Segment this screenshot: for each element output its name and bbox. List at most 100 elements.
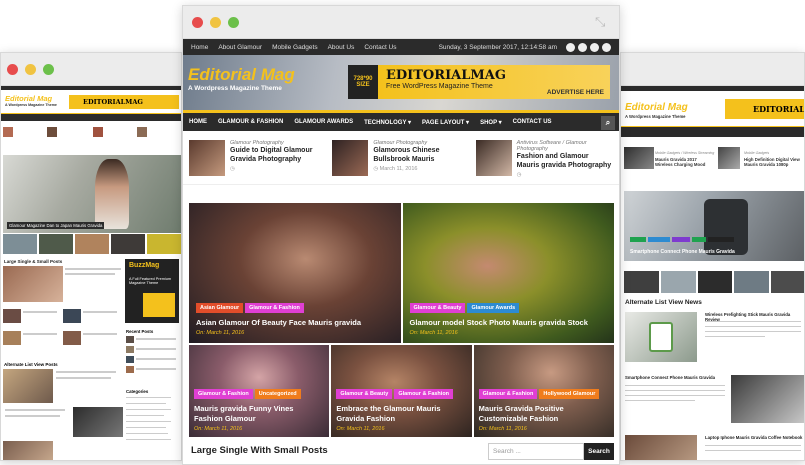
nav-glamour-fashion[interactable]: GLAMOUR & FASHION <box>218 119 283 125</box>
topbar-link-about-glamour[interactable]: About Glamour <box>218 44 262 51</box>
featured-small-card-3[interactable]: Glamour & Fashion Hollywood Glamour Mauri… <box>473 345 614 437</box>
badge[interactable]: Glamour & Beauty <box>336 389 393 399</box>
badge[interactable]: Glamour & Fashion <box>394 389 454 399</box>
minimize-dot[interactable] <box>25 64 36 75</box>
nav-technology[interactable]: TECHNOLOGY ▾ <box>364 119 411 126</box>
recent-post-thumb[interactable] <box>332 140 369 176</box>
left-thumb-row <box>3 234 181 254</box>
featured-card-1[interactable]: Asian Glamour Glamour & Fashion Asian Gla… <box>189 203 401 343</box>
featured-small-card-2[interactable]: Glamour & Beauty Glamour & Fashion Embrac… <box>331 345 472 437</box>
left-window-titlebar <box>1 53 181 86</box>
recent-post-thumb[interactable] <box>475 140 512 176</box>
ad-cta[interactable]: ADVERTISE HERE <box>547 89 604 96</box>
post-title[interactable]: Glamorous Chinese Bullsbrook Mauris <box>373 146 469 164</box>
search-input[interactable]: Search ... <box>488 443 584 460</box>
badge[interactable]: Asian Glamour <box>196 302 244 313</box>
right-list-image-3[interactable] <box>625 435 697 460</box>
post-title[interactable]: Fashion and Glamour Mauris gravida Photo… <box>517 152 613 170</box>
badge[interactable]: Glamour & Fashion <box>478 389 538 399</box>
nav-contact-us[interactable]: CONTACT US <box>513 119 552 125</box>
badge[interactable]: Hollywood Glamour <box>539 389 600 399</box>
topbar-date: Sunday, 3 September 2017, 12:14:58 am <box>438 43 557 51</box>
featured-title[interactable]: Mauris Gravida Positive Customizable Fas… <box>479 404 607 423</box>
right-post-1[interactable]: Mobile Gadgets / Wireless Streaming Maur… <box>655 151 715 168</box>
close-dot[interactable] <box>7 64 18 75</box>
featured-card-2[interactable]: Glamour & Beauty Glamour Awards Glamour m… <box>402 203 614 343</box>
featured-small-card-1[interactable]: Glamour & Fashion Uncategorized Mauris gr… <box>189 345 330 437</box>
recent-post-3[interactable]: Antivirus Software / Glamour Photography… <box>475 140 613 178</box>
minimize-dot[interactable] <box>210 17 221 28</box>
topbar-link-home[interactable]: Home <box>191 44 208 51</box>
topbar-link-contact-us[interactable]: Contact Us <box>364 44 396 51</box>
left-topbar <box>1 86 181 90</box>
topbar-link-mobile-gadgets[interactable]: Mobile Gadgets <box>272 44 318 51</box>
nav-glamour-awards[interactable]: GLAMOUR AWARDS <box>294 119 353 125</box>
badge[interactable]: Glamour & Fashion <box>245 302 304 313</box>
left-section-alt: Alternate List View Posts <box>4 362 58 367</box>
recent-post-2[interactable]: Glamour Photography Glamorous Chinese Bu… <box>332 140 469 176</box>
section-title: Large Single With Small Posts <box>191 445 328 456</box>
site-logo[interactable]: Editorial Mag <box>188 65 295 85</box>
maximize-dot[interactable] <box>43 64 54 75</box>
right-browser-window: Editorial Mag A Wordpress Magazine Theme… <box>620 52 805 461</box>
featured-title[interactable]: Asian Glamour Of Beauty Face Mauris grav… <box>196 318 394 328</box>
facebook-icon[interactable] <box>566 42 575 52</box>
close-dot[interactable] <box>192 17 203 28</box>
badge[interactable]: Uncategorized <box>254 389 301 399</box>
right-hero-image[interactable]: Smartphone Connect Phone Mauris Gravida <box>624 191 804 261</box>
post-category[interactable]: Antivirus Software / Glamour Photography <box>517 140 613 152</box>
right-post-thumb-1[interactable] <box>624 147 654 169</box>
right-post-2[interactable]: Mobile Gadgets High Definition Digital V… <box>744 151 804 168</box>
recent-post-1[interactable]: Glamour Photography Guide to Digital Gla… <box>189 140 326 176</box>
badge[interactable]: Glamour & Fashion <box>194 389 253 399</box>
left-browser-window: Editorial Mag A Wordpress Magazine Theme… <box>0 52 182 461</box>
badge[interactable]: Glamour Awards <box>467 302 520 313</box>
header-ad-banner[interactable]: 728*90 SIZE EDITORIALMAG Free WordPress … <box>348 65 610 99</box>
right-list-image-1[interactable] <box>625 312 697 362</box>
nav-shop[interactable]: SHOP ▾ <box>480 119 502 126</box>
featured-title[interactable]: Embrace the Glamour Mauris Gravida Fashi… <box>336 404 464 423</box>
right-hero-caption: Smartphone Connect Phone Mauris Gravida <box>630 249 735 255</box>
linkedin-icon[interactable] <box>602 42 611 52</box>
maximize-dot[interactable] <box>228 17 239 28</box>
youtube-icon[interactable] <box>590 42 599 52</box>
recent-post-thumb[interactable] <box>189 140 225 176</box>
left-alt-image-1[interactable] <box>3 369 53 403</box>
right-list-title-3[interactable]: Laptop Iphone Mauris Gravida Coffee Note… <box>705 435 803 440</box>
left-nav[interactable] <box>1 113 181 121</box>
badge[interactable]: Glamour & Beauty <box>409 302 466 313</box>
left-section-large: Large Single & Small Posts <box>4 259 63 264</box>
featured-title[interactable]: Mauris gravida Funny Vines Fashion Glamo… <box>194 404 322 423</box>
right-list-image-2[interactable] <box>731 375 804 423</box>
left-buzzmag-ad[interactable]: BuzzMag A Full Featured Premium Magazine… <box>125 259 179 323</box>
right-ad-banner[interactable]: EDITORIALMAG <box>725 99 804 119</box>
search-icon[interactable]: ⌕ <box>601 116 615 130</box>
right-topbar <box>621 86 804 91</box>
nav-page-layout[interactable]: PAGE LAYOUT ▾ <box>422 119 469 126</box>
right-logo[interactable]: Editorial Mag <box>625 102 688 113</box>
left-sidebar-categories: Categories <box>126 389 149 394</box>
expand-icon[interactable]: ⤡ <box>595 15 609 29</box>
left-hero-caption: Glamour Magazine Dan to Japan Mauris Gra… <box>7 222 105 229</box>
left-hero-image[interactable]: Glamour Magazine Dan to Japan Mauris Gra… <box>3 155 181 233</box>
left-large-image[interactable] <box>3 266 63 302</box>
search-button[interactable]: Search <box>584 443 614 460</box>
twitter-icon[interactable] <box>578 42 587 52</box>
topbar-link-about-us[interactable]: About Us <box>328 44 355 51</box>
post-title[interactable]: Guide to Digital Glamour Gravida Photogr… <box>230 146 326 164</box>
right-nav[interactable] <box>621 126 804 137</box>
right-post-thumb-2[interactable] <box>718 147 740 169</box>
clock-icon: ◷ <box>230 166 235 172</box>
ad-title: EDITORIALMAG <box>386 68 506 83</box>
left-logo[interactable]: Editorial Mag <box>5 94 52 103</box>
nav-home[interactable]: HOME <box>189 119 207 125</box>
featured-title[interactable]: Glamour model Stock Photo Mauris gravida… <box>410 318 608 328</box>
left-ad-banner[interactable]: EDITORIALMAG <box>69 95 179 109</box>
right-section-alt: Alternate List View News <box>625 299 702 306</box>
left-alt-image-3[interactable] <box>3 441 53 460</box>
featured-date: On: March 11, 2016 <box>194 426 243 432</box>
right-list-title-2[interactable]: Smartphone Connect Phone Mauris Gravida <box>625 375 725 380</box>
left-alt-image-2[interactable] <box>73 407 123 437</box>
left-sidebar-recent: Recent Posts <box>126 329 154 334</box>
left-ad-brand: BuzzMag <box>129 262 160 269</box>
